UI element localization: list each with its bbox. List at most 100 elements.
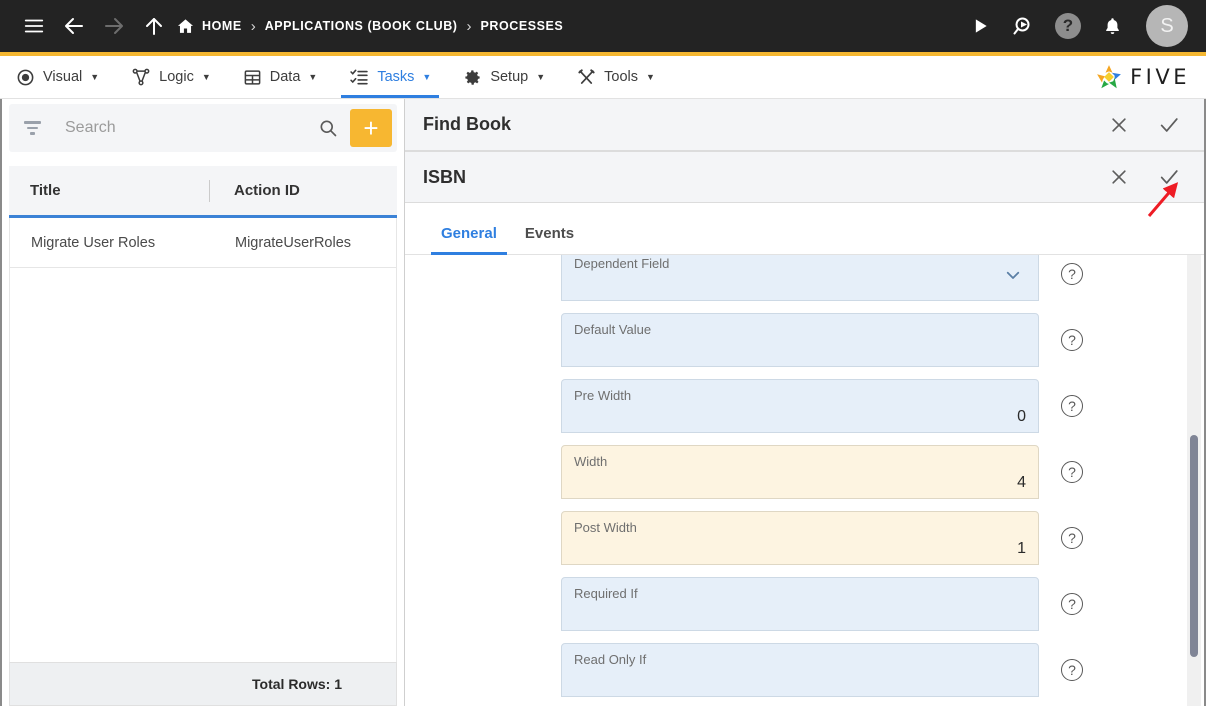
field-value: 1 [1017,540,1026,557]
field-label: Dependent Field [574,256,670,271]
breadcrumb-separator: › [250,17,256,35]
help-icon[interactable]: ? [1061,593,1083,615]
help-icon[interactable]: ? [1061,659,1083,681]
help-icon[interactable]: ? [1061,263,1083,285]
field-label: Width [574,454,608,469]
vertical-scrollbar[interactable] [1187,255,1201,706]
logic-nodes-icon [131,67,151,87]
tab-events[interactable]: Events [511,225,588,254]
grid-body: Migrate User Roles MigrateUserRoles [9,218,397,662]
help-icon[interactable]: ? [1061,329,1083,351]
grid-table-icon [243,68,262,87]
field-label: Required If [574,586,638,601]
table-row[interactable]: Migrate User Roles MigrateUserRoles [10,218,396,268]
tab-general[interactable]: General [427,225,511,255]
menu-item-label: Visual [43,69,83,85]
chevron-down-icon: ▼ [422,71,432,82]
dependent-field-select[interactable]: Dependent Field [561,255,1039,301]
form-field-read-only-if: Read Only If ? [405,643,1204,697]
top-navigation-bar: HOME › APPLICATIONS (BOOK CLUB) › PROCES… [0,0,1206,52]
menu-item-label: Data [269,69,301,85]
check-tick-icon[interactable] [1156,164,1182,190]
main-content-area: + Title Action ID Migrate User Roles Mig… [0,99,1206,706]
menu-item-logic[interactable]: Logic ▼ [115,56,227,98]
post-width-input[interactable]: Post Width 1 [561,511,1039,565]
module-menu-bar: Visual ▼ Logic ▼ Data ▼ Tasks ▼ Setup ▼ … [0,56,1206,99]
field-label: Read Only If [574,652,647,667]
menu-item-label: Tasks [377,69,415,85]
filter-funnel-icon[interactable] [21,121,43,135]
check-tick-icon[interactable] [1156,112,1182,138]
column-header-title[interactable]: Title [9,182,209,199]
processes-grid: Title Action ID Migrate User Roles Migra… [9,166,397,706]
notifications-bell-icon[interactable] [1092,6,1132,46]
cell-title: Migrate User Roles [31,234,156,251]
home-icon [176,17,195,36]
run-play-icon[interactable] [960,6,1000,46]
help-icon[interactable]: ? [1061,527,1083,549]
column-header-action-id[interactable]: Action ID [210,182,300,199]
close-x-icon[interactable] [1106,112,1132,138]
total-rows-label: Total Rows: 1 [9,662,397,706]
menu-icon[interactable] [14,6,54,46]
menu-item-tasks[interactable]: Tasks ▼ [333,56,447,98]
detail-tabs: General Events [405,203,1204,255]
form-field-width: Width 4 ? [405,445,1204,499]
up-arrow-icon[interactable] [134,6,174,46]
field-panel-title: ISBN [423,166,467,187]
find-book-panel-actions [1106,112,1182,138]
gear-icon [463,68,482,87]
add-process-button[interactable]: + [350,109,392,147]
chevron-down-icon[interactable] [1004,266,1022,284]
form-field-post-width: Post Width 1 ? [405,511,1204,565]
brand-logo: FIVE [1095,56,1206,98]
field-label: Post Width [574,520,637,535]
five-star-mark-icon [1095,63,1123,91]
isbn-panel-header: ISBN [405,151,1204,203]
menu-item-setup[interactable]: Setup ▼ [447,56,561,98]
breadcrumb-item-applications[interactable]: APPLICATIONS (BOOK CLUB) [265,19,458,33]
help-glyph: ? [1055,13,1081,39]
close-x-icon[interactable] [1106,164,1132,190]
menu-item-visual[interactable]: Visual ▼ [0,56,115,98]
find-book-panel-header: Find Book [405,99,1204,151]
field-label: Pre Width [574,388,632,403]
form-field-dependent-field: Dependent Field ? [405,255,1204,301]
forward-arrow-icon[interactable] [94,6,134,46]
menu-item-label: Setup [490,69,529,85]
pre-width-input[interactable]: Pre Width 0 [561,379,1039,433]
search-data-icon[interactable] [1004,6,1044,46]
eye-icon [16,68,35,87]
help-icon[interactable]: ? [1061,461,1083,483]
form-fields: Dependent Field ? Default Value ? Pre Wi… [405,255,1204,697]
help-icon[interactable]: ? [1061,395,1083,417]
field-value: 4 [1017,474,1026,491]
detail-panel: Find Book ISBN General Events Dependent … [405,99,1206,706]
topbar-right-group: ? S [960,5,1206,47]
search-input[interactable] [43,119,306,137]
breadcrumb-item-home[interactable]: HOME [176,17,242,36]
width-input[interactable]: Width 4 [561,445,1039,499]
field-label: Default Value [574,322,652,337]
breadcrumb-separator: › [466,17,472,35]
brand-text: FIVE [1130,65,1190,89]
menu-item-data[interactable]: Data ▼ [227,56,334,98]
cell-action-id: MigrateUserRoles [235,234,352,251]
scrollbar-thumb[interactable] [1190,435,1198,657]
form-field-required-if: Required If ? [405,577,1204,631]
page-title: Find Book [423,114,511,134]
read-only-if-input[interactable]: Read Only If [561,643,1039,697]
breadcrumb-item-processes[interactable]: PROCESSES [481,19,564,33]
topbar-left-group: HOME › APPLICATIONS (BOOK CLUB) › PROCES… [0,6,563,46]
menu-item-label: Tools [604,69,638,85]
required-if-input[interactable]: Required If [561,577,1039,631]
default-value-input[interactable]: Default Value [561,313,1039,367]
help-icon[interactable]: ? [1048,6,1088,46]
avatar[interactable]: S [1146,5,1188,47]
isbn-panel-actions [1106,164,1182,190]
chevron-down-icon: ▼ [201,71,211,82]
back-arrow-icon[interactable] [54,6,94,46]
magnifier-icon[interactable] [306,118,350,138]
field-value: 0 [1017,408,1026,425]
menu-item-tools[interactable]: Tools ▼ [561,56,671,98]
